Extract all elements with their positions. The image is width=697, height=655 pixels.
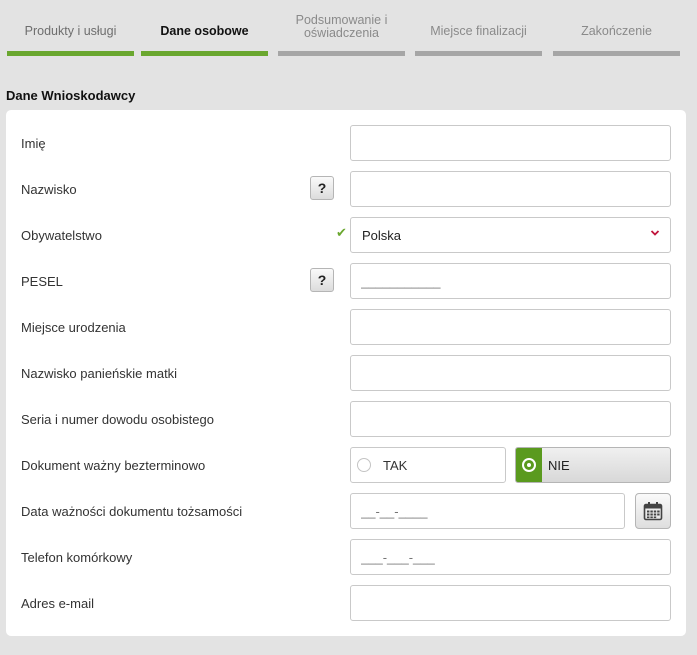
email-input[interactable] [351,586,671,620]
check-icon: ✔ [336,225,347,240]
data-waznosci-label: Data ważności dokumentu tożsamości [21,503,243,519]
applicant-form: Imię Nazwisko ? Obywatelstwo ✔ Polska PE… [6,110,686,636]
obywatelstwo-label: Obywatelstwo [21,227,102,243]
nazwisko-matki-field-wrap [350,355,671,391]
step-bar [553,51,680,56]
radio-tak[interactable]: TAK [350,447,506,483]
step-podsumowanie: Podsumowanie i oświadczenia [278,0,405,56]
row-data-waznosci: Data ważności dokumentu tożsamości [6,493,686,529]
dowod-input[interactable] [351,402,671,436]
step-bar [278,51,405,56]
pesel-input[interactable] [351,264,671,298]
row-obywatelstwo: Obywatelstwo ✔ Polska [6,217,686,253]
row-dowod: Seria i numer dowodu osobistego [6,401,686,437]
miejsce-urodzenia-input[interactable] [351,310,671,344]
calendar-icon [643,502,663,521]
step-label: Produkty i usługi [24,23,117,38]
miejsce-urodzenia-label: Miejsce urodzenia [21,319,126,335]
step-dane-osobowe[interactable]: Dane osobowe [141,0,268,56]
radio-checked-icon [522,458,536,472]
step-bar [141,51,268,56]
help-question-icon[interactable]: ? [310,268,334,292]
step-label: Dane osobowe [160,23,249,38]
data-waznosci-input[interactable] [351,494,625,528]
pesel-field-wrap [350,263,671,299]
row-telefon: Telefon komórkowy [6,539,686,575]
imie-field-wrap [350,125,671,161]
imie-input[interactable] [351,126,671,160]
miejsce-urodzenia-field-wrap [350,309,671,345]
imie-label: Imię [21,135,46,151]
nazwisko-label: Nazwisko [21,181,77,197]
dokument-wazny-label: Dokument ważny bezterminowo [21,457,206,473]
row-dokument-wazny: Dokument ważny bezterminowo TAK NIE [6,447,686,483]
row-email: Adres e-mail [6,585,686,621]
obywatelstwo-value: Polska [362,227,402,243]
step-bar [415,51,542,56]
step-bar [7,51,134,56]
radio-unchecked-icon [357,458,371,472]
step-zakonczenie: Zakończenie [553,0,680,56]
telefon-input[interactable] [351,540,671,574]
step-label: Miejsce finalizacji [430,23,527,38]
row-imie: Imię [6,125,686,161]
telefon-label: Telefon komórkowy [21,549,133,565]
radio-nie-label: NIE [548,457,570,473]
obywatelstwo-select[interactable]: Polska [350,217,671,253]
step-produkty[interactable]: Produkty i usługi [7,0,134,56]
step-label: Podsumowanie i oświadczenia [295,13,388,40]
nazwisko-matki-input[interactable] [351,356,671,390]
radio-nie[interactable]: NIE [515,447,671,483]
chevron-down-icon [650,228,660,238]
data-waznosci-field-wrap [350,493,625,529]
progress-steps: Produkty i usługi Dane osobowe Podsumowa… [0,0,697,60]
calendar-button[interactable] [635,493,671,529]
pesel-label: PESEL [21,273,63,289]
row-nazwisko-matki: Nazwisko panieńskie matki [6,355,686,391]
telefon-field-wrap [350,539,671,575]
nazwisko-field-wrap [350,171,671,207]
nazwisko-matki-label: Nazwisko panieńskie matki [21,365,178,381]
step-miejsce-finalizacji: Miejsce finalizacji [415,0,542,56]
step-label: Zakończenie [581,23,652,38]
nazwisko-input[interactable] [351,172,671,206]
dowod-field-wrap [350,401,671,437]
email-label: Adres e-mail [21,595,94,611]
row-miejsce-urodzenia: Miejsce urodzenia [6,309,686,345]
row-pesel: PESEL ? [6,263,686,299]
dowod-label: Seria i numer dowodu osobistego [21,411,214,427]
radio-tak-label: TAK [383,457,408,473]
row-nazwisko: Nazwisko ? [6,171,686,207]
email-field-wrap [350,585,671,621]
help-question-icon[interactable]: ? [310,176,334,200]
section-title: Dane Wnioskodawcy [6,88,136,103]
